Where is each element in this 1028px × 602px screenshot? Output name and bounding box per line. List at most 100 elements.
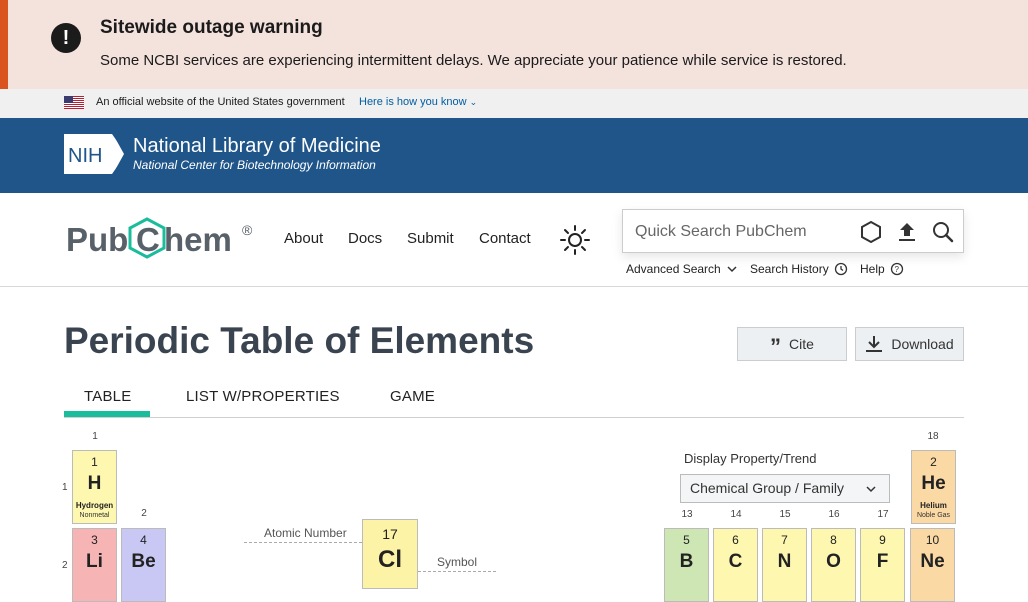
- quick-search-box: [622, 209, 964, 253]
- period-label: 1: [62, 482, 68, 493]
- outage-alert: [0, 0, 1028, 89]
- active-tab-indicator: [64, 411, 150, 417]
- legend-element-cell: 17 Cl: [362, 519, 418, 589]
- element-cell-h[interactable]: 1 H Hydrogen Nonmetal: [72, 450, 117, 524]
- element-symbol: C: [728, 551, 743, 572]
- atomic-number: 4: [140, 533, 147, 547]
- advanced-search-link[interactable]: Advanced Search: [626, 262, 738, 276]
- chevron-down-icon: ⌄: [469, 97, 478, 107]
- element-cell-o[interactable]: 8 O: [811, 528, 856, 602]
- atomic-number: 3: [91, 533, 98, 547]
- nav-submit[interactable]: Submit: [407, 230, 454, 247]
- group-label: 13: [681, 509, 693, 520]
- quote-icon: ”: [770, 334, 782, 359]
- element-symbol: Be: [131, 551, 156, 572]
- nav-about[interactable]: About: [284, 230, 323, 247]
- element-symbol: He: [921, 473, 946, 494]
- display-property-select[interactable]: Chemical Group / Family: [680, 474, 890, 503]
- legend-atomic-number-label: Atomic Number: [264, 526, 347, 540]
- svg-text:hem: hem: [164, 221, 232, 258]
- draw-structure-icon[interactable]: [859, 220, 883, 244]
- upload-icon[interactable]: [895, 220, 919, 244]
- atomic-number: 8: [830, 533, 837, 547]
- search-icon[interactable]: [931, 220, 955, 244]
- element-family: Nonmetal: [79, 512, 110, 519]
- history-icon: [834, 262, 847, 276]
- legend-symbol: Cl: [378, 546, 402, 573]
- element-cell-he[interactable]: 2 He Helium Noble Gas: [911, 450, 956, 524]
- group-label: 14: [730, 509, 742, 520]
- element-symbol: N: [777, 551, 792, 572]
- svg-text:C: C: [136, 221, 160, 258]
- help-link[interactable]: Help ?: [860, 262, 904, 276]
- group-label: 15: [779, 509, 791, 520]
- theme-toggle-sun-icon[interactable]: [560, 225, 590, 255]
- pubchem-logo[interactable]: Pub C hem ®: [66, 215, 261, 263]
- chevron-down-icon: [727, 266, 737, 273]
- legend-atomic-number: 17: [382, 526, 398, 542]
- element-cell-f[interactable]: 9 F: [860, 528, 905, 602]
- advanced-search-label: Advanced Search: [626, 262, 721, 276]
- cite-label: Cite: [789, 336, 814, 352]
- nav-contact[interactable]: Contact: [479, 230, 531, 247]
- help-icon: ?: [890, 262, 903, 276]
- element-symbol: O: [826, 551, 841, 572]
- element-symbol: B: [679, 551, 694, 572]
- element-cell-ne[interactable]: 10 Ne: [910, 528, 955, 602]
- element-name: Helium: [920, 501, 947, 510]
- group-label: 1: [92, 431, 98, 442]
- nih-logo[interactable]: NIH: [64, 134, 126, 174]
- group-label: 16: [828, 509, 840, 520]
- search-history-link[interactable]: Search History: [750, 262, 848, 276]
- atomic-number: 6: [732, 533, 739, 547]
- element-symbol: F: [876, 551, 889, 572]
- search-history-label: Search History: [750, 262, 829, 276]
- legend-leader-line: [418, 571, 496, 572]
- nav-docs[interactable]: Docs: [348, 230, 382, 247]
- how-you-know-link[interactable]: Here is how you know ⌄: [359, 96, 477, 108]
- quick-search-input[interactable]: [635, 220, 855, 244]
- gov-banner-text: An official website of the United States…: [96, 96, 345, 108]
- svg-text:®: ®: [242, 222, 253, 238]
- atomic-number: 7: [781, 533, 788, 547]
- atomic-number: 9: [879, 533, 886, 547]
- legend-symbol-label: Symbol: [437, 555, 478, 569]
- download-icon: [866, 336, 883, 352]
- alert-body: Some NCBI services are experiencing inte…: [100, 52, 847, 69]
- element-cell-be[interactable]: 4 Be: [121, 528, 166, 602]
- tab-table[interactable]: TABLE: [84, 388, 131, 405]
- element-cell-c[interactable]: 6 C: [713, 528, 758, 602]
- page-title: Periodic Table of Elements: [64, 320, 535, 361]
- element-symbol: H: [87, 473, 102, 494]
- tabs-divider: [64, 417, 964, 418]
- tab-game[interactable]: GAME: [390, 388, 435, 405]
- element-cell-b[interactable]: 5 B: [664, 528, 709, 602]
- nlm-title[interactable]: National Library of Medicine: [133, 135, 381, 158]
- element-symbol: Li: [86, 551, 103, 572]
- nlm-subtitle: National Center for Biotechnology Inform…: [133, 158, 376, 172]
- help-label: Help: [860, 262, 885, 276]
- legend-leader-line: [244, 542, 362, 543]
- group-label: 18: [927, 431, 939, 442]
- element-cell-n[interactable]: 7 N: [762, 528, 807, 602]
- alert-title: Sitewide outage warning: [100, 17, 323, 38]
- group-label: 2: [141, 508, 147, 519]
- group-label: 17: [877, 509, 889, 520]
- download-label: Download: [891, 336, 954, 352]
- display-property-label: Display Property/Trend: [684, 451, 817, 466]
- display-property-value: Chemical Group / Family: [690, 480, 845, 496]
- nih-logo-text: NIH: [68, 145, 102, 167]
- element-family: Noble Gas: [916, 512, 951, 519]
- element-cell-li[interactable]: 3 Li: [72, 528, 117, 602]
- us-flag-icon: [64, 96, 84, 109]
- atomic-number: 2: [930, 455, 937, 469]
- element-symbol: Ne: [920, 551, 945, 572]
- atomic-number: 1: [91, 455, 98, 469]
- download-button[interactable]: Download: [855, 327, 964, 361]
- element-name: Hydrogen: [75, 501, 114, 510]
- svg-text:Pub: Pub: [66, 221, 128, 258]
- cite-button[interactable]: ” Cite: [737, 327, 847, 361]
- tab-list-properties[interactable]: LIST W/PROPERTIES: [186, 388, 340, 405]
- exclamation-icon: !: [51, 23, 81, 53]
- svg-text:?: ?: [894, 265, 899, 274]
